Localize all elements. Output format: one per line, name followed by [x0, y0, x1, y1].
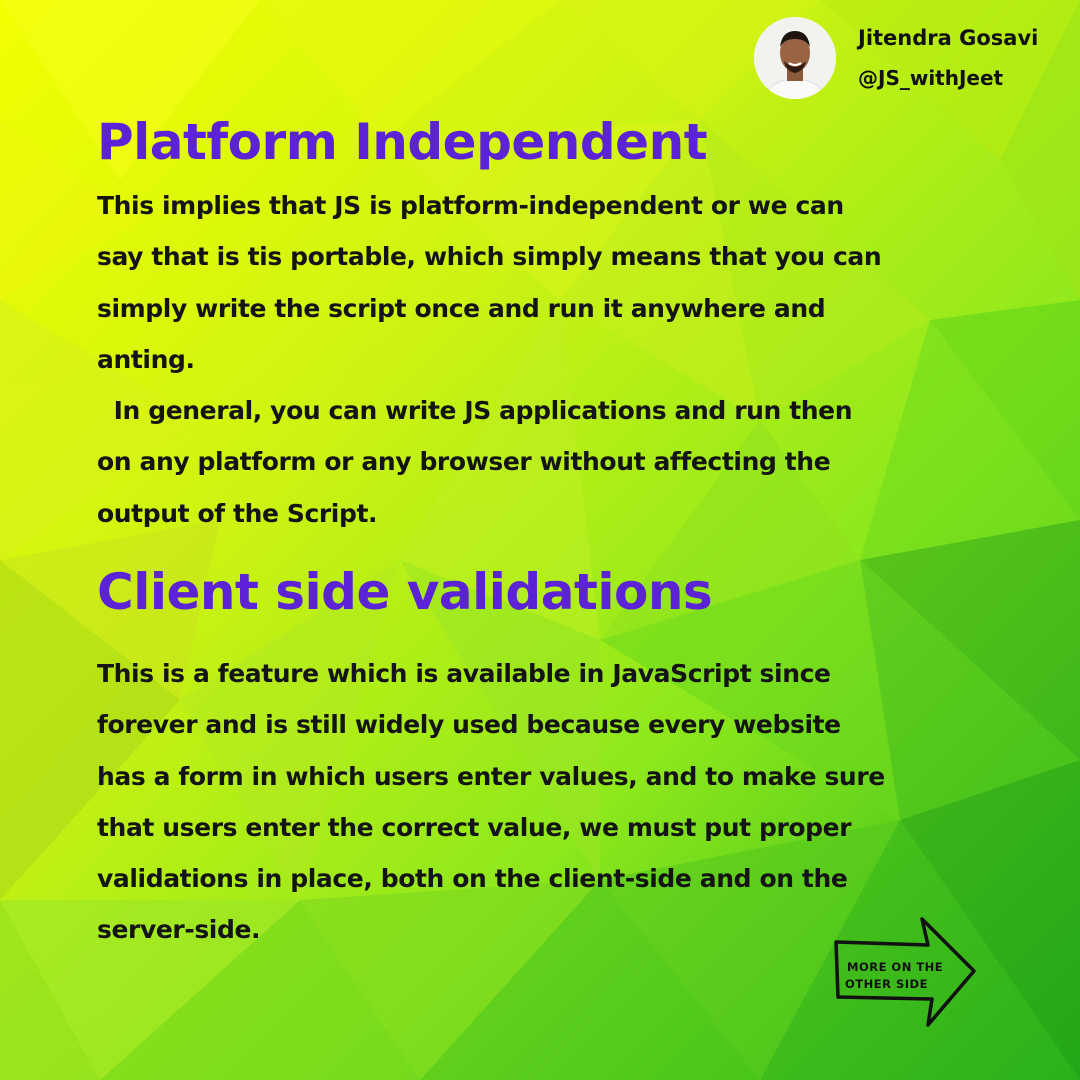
section-heading-platform-independent: Platform Independent	[97, 113, 708, 171]
section-heading-client-side-validations: Client side validations	[97, 563, 713, 621]
author-avatar[interactable]	[754, 17, 836, 99]
section-body-client-side-validations: This is a feature which is available in …	[97, 659, 885, 945]
section-body-platform-independent: This implies that JS is platform-indepen…	[97, 191, 882, 528]
author-name: Jitendra Gosavi	[858, 26, 1039, 50]
next-page-arrow[interactable]: MORE ON THE OTHER SIDE	[830, 915, 980, 1030]
arrow-label-line-2: OTHER SIDE	[845, 977, 928, 991]
profile-photo-icon	[754, 17, 836, 99]
author-handle[interactable]: @JS_withJeet	[858, 66, 1003, 90]
arrow-label-line-1: MORE ON THE	[847, 960, 944, 974]
